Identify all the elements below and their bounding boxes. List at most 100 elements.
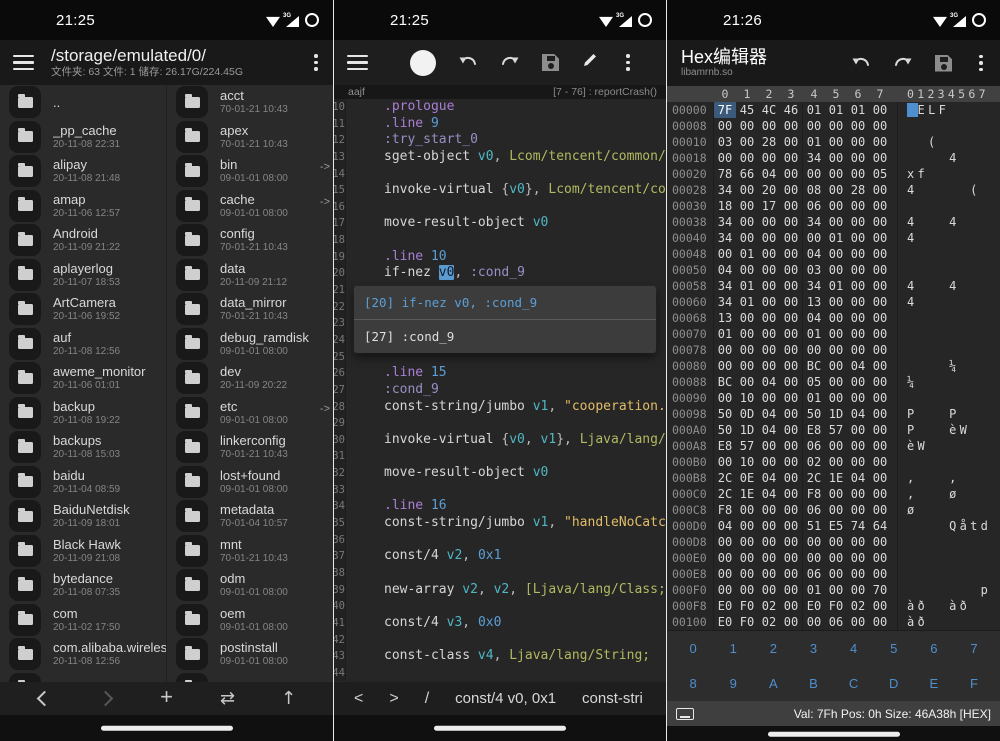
- hex-byte[interactable]: 00: [825, 550, 847, 566]
- hex-ascii[interactable]: , ,: [897, 470, 1000, 486]
- hex-byte[interactable]: 00: [869, 502, 891, 518]
- folder-item[interactable]: amap20-11-06 12:57: [0, 189, 166, 224]
- menu-icon[interactable]: [13, 55, 34, 71]
- code-line[interactable]: 14: [334, 166, 666, 183]
- code-line[interactable]: 30invoke-virtual {v0, v1}, Ljava/lang/Cl…: [334, 432, 666, 449]
- hex-byte[interactable]: 00: [825, 150, 847, 166]
- folder-item[interactable]: ArtCamera20-11-06 19:52: [0, 292, 166, 327]
- hex-ascii[interactable]: [897, 342, 1000, 358]
- hex-byte[interactable]: 00: [780, 614, 802, 630]
- overflow-menu-icon[interactable]: [974, 55, 988, 72]
- hex-byte[interactable]: 74: [847, 518, 869, 534]
- hex-ascii[interactable]: 4: [897, 230, 1000, 246]
- folder-item[interactable]: backup20-11-08 19:22: [0, 396, 166, 431]
- hex-byte[interactable]: 1E: [736, 486, 758, 502]
- hex-byte[interactable]: 00: [847, 454, 869, 470]
- current-path[interactable]: /storage/emulated/0/: [51, 47, 243, 64]
- hex-byte[interactable]: 00: [825, 134, 847, 150]
- hex-byte[interactable]: 04: [758, 422, 780, 438]
- hex-byte[interactable]: F0: [736, 598, 758, 614]
- hex-byte[interactable]: 64: [869, 518, 891, 534]
- hex-key-F[interactable]: F: [970, 676, 978, 691]
- hex-key-7[interactable]: 7: [970, 641, 977, 656]
- hex-byte[interactable]: 00: [758, 278, 780, 294]
- hex-byte[interactable]: 00: [869, 374, 891, 390]
- undo-icon[interactable]: [458, 53, 478, 72]
- hex-byte[interactable]: 00: [803, 614, 825, 630]
- hex-byte[interactable]: 00: [736, 118, 758, 134]
- folder-item[interactable]: backups20-11-08 15:03: [0, 430, 166, 465]
- hex-byte[interactable]: 00: [847, 246, 869, 262]
- hex-byte[interactable]: 34: [714, 294, 736, 310]
- hex-byte[interactable]: 00: [869, 214, 891, 230]
- folder-item[interactable]: acct70-01-21 10:43: [167, 85, 333, 120]
- hex-byte[interactable]: 00: [869, 614, 891, 630]
- hex-byte[interactable]: 00: [847, 166, 869, 182]
- hex-key-A[interactable]: A: [769, 676, 778, 691]
- hex-byte[interactable]: 00: [869, 438, 891, 454]
- folder-item[interactable]: data_mirror70-01-21 10:43: [167, 292, 333, 327]
- hex-byte[interactable]: 00: [736, 198, 758, 214]
- hex-byte[interactable]: 04: [803, 310, 825, 326]
- hex-key-9[interactable]: 9: [730, 676, 737, 691]
- hex-byte[interactable]: 00: [758, 262, 780, 278]
- folder-item[interactable]: Android20-11-09 21:22: [0, 223, 166, 258]
- code-line[interactable]: 35const-string/jumbo v1, "handleNoCatchC…: [334, 515, 666, 532]
- folder-item[interactable]: aplayerlog20-11-07 18:53: [0, 258, 166, 293]
- hex-byte[interactable]: 34: [714, 278, 736, 294]
- folder-item[interactable]: apex70-01-21 10:43: [167, 120, 333, 155]
- hex-key-6[interactable]: 6: [930, 641, 937, 656]
- path-block[interactable]: /storage/emulated/0/ 文件夹: 63 文件: 1 储存: 2…: [51, 47, 243, 78]
- hex-ascii[interactable]: [897, 246, 1000, 262]
- hex-byte[interactable]: 0D: [736, 406, 758, 422]
- hex-byte[interactable]: 00: [847, 294, 869, 310]
- hex-byte[interactable]: 00: [780, 326, 802, 342]
- hex-byte[interactable]: 00: [780, 150, 802, 166]
- hex-byte[interactable]: 00: [780, 230, 802, 246]
- hex-byte[interactable]: 00: [825, 214, 847, 230]
- hex-byte[interactable]: 00: [869, 342, 891, 358]
- hex-byte[interactable]: 20: [758, 182, 780, 198]
- hex-byte[interactable]: 01: [825, 278, 847, 294]
- hex-byte[interactable]: 06: [803, 438, 825, 454]
- hex-byte[interactable]: 01: [803, 390, 825, 406]
- folder-item[interactable]: odm09-01-01 08:00: [167, 568, 333, 603]
- hex-byte[interactable]: 18: [714, 198, 736, 214]
- hex-ascii[interactable]: 4 (: [897, 182, 1000, 198]
- hex-ascii[interactable]: [897, 262, 1000, 278]
- hex-byte[interactable]: 00: [803, 230, 825, 246]
- hex-byte[interactable]: 00: [869, 262, 891, 278]
- hex-byte[interactable]: 00: [825, 118, 847, 134]
- hex-key-5[interactable]: 5: [890, 641, 897, 656]
- hex-byte[interactable]: 00: [869, 358, 891, 374]
- hex-byte[interactable]: 00: [780, 406, 802, 422]
- edit-pencil-icon[interactable]: [581, 51, 599, 74]
- hex-ascii[interactable]: [897, 326, 1000, 342]
- hex-byte[interactable]: 00: [847, 390, 869, 406]
- hex-byte[interactable]: 04: [847, 406, 869, 422]
- hex-byte[interactable]: 00: [758, 294, 780, 310]
- folder-item[interactable]: proc: [167, 672, 333, 683]
- code-line[interactable]: 33: [334, 482, 666, 499]
- up-button[interactable]: ↑: [278, 688, 300, 709]
- hex-byte[interactable]: 04: [758, 166, 780, 182]
- hex-byte[interactable]: 00: [825, 358, 847, 374]
- hex-byte[interactable]: E8: [714, 438, 736, 454]
- hex-byte[interactable]: 00: [758, 214, 780, 230]
- hex-byte[interactable]: 00: [825, 582, 847, 598]
- hex-byte[interactable]: 28: [758, 134, 780, 150]
- hex-byte[interactable]: 00: [847, 502, 869, 518]
- hex-byte[interactable]: 00: [714, 358, 736, 374]
- hex-byte[interactable]: 00: [825, 198, 847, 214]
- hex-byte[interactable]: 13: [803, 294, 825, 310]
- hex-byte[interactable]: 00: [736, 326, 758, 342]
- hex-byte[interactable]: 02: [803, 454, 825, 470]
- hex-ascii[interactable]: ELF: [897, 102, 1000, 118]
- folder-item[interactable]: etc09-01-01 08:00->: [167, 396, 333, 431]
- hex-byte[interactable]: 01: [803, 326, 825, 342]
- hex-byte[interactable]: 01: [847, 102, 869, 118]
- hex-byte[interactable]: 00: [847, 262, 869, 278]
- hex-byte[interactable]: 00: [847, 214, 869, 230]
- hex-byte[interactable]: 10: [736, 454, 758, 470]
- hex-byte[interactable]: 00: [869, 550, 891, 566]
